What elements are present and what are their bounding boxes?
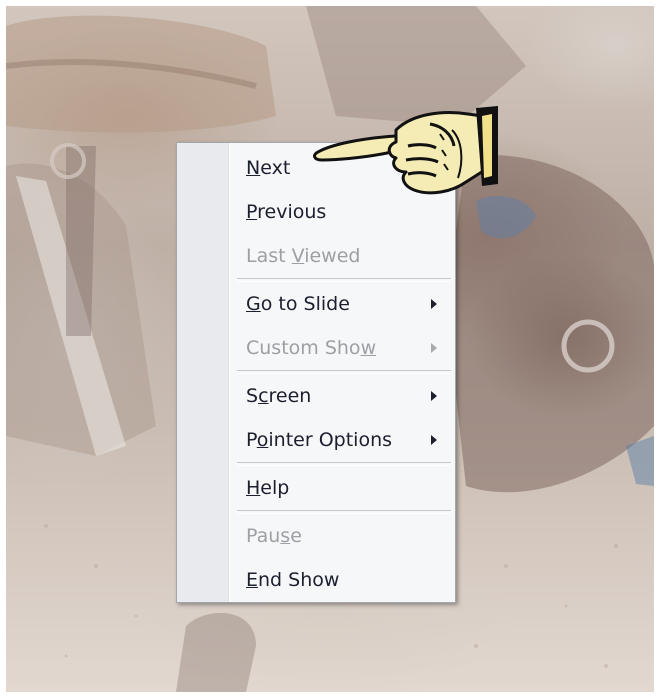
menu-separator: [237, 370, 451, 374]
menu-separator: [237, 510, 451, 514]
menu-item-label: Pause: [246, 525, 302, 547]
menu-item-label: Previous: [246, 201, 327, 223]
menu-item-help[interactable]: Help: [177, 468, 455, 508]
submenu-arrow-icon: [431, 391, 437, 401]
menu-item-screen[interactable]: Screen: [177, 376, 455, 416]
submenu-arrow-icon: [431, 343, 437, 353]
menu-item-pause[interactable]: Pause: [177, 516, 455, 556]
menu-item-pointer-options[interactable]: Pointer Options: [177, 420, 455, 460]
menu-item-end-show[interactable]: End Show: [177, 560, 455, 600]
slideshow-context-menu: Next Previous Last Viewed Go to Slide Custom…: [176, 142, 456, 603]
pointing-hand-icon: [313, 106, 498, 195]
submenu-arrow-icon: [431, 299, 437, 309]
menu-item-label: Next: [246, 157, 291, 179]
menu-separator: [237, 278, 451, 282]
submenu-arrow-icon: [431, 435, 437, 445]
menu-item-label: Help: [246, 477, 290, 499]
menu-item-custom-show[interactable]: Custom Show: [177, 328, 455, 368]
menu-separator: [237, 462, 451, 466]
menu-item-label: Custom Show: [246, 337, 377, 359]
menu-item-label: Last Viewed: [246, 245, 361, 267]
menu-item-label: Screen: [246, 385, 312, 407]
menu-item-label: Go to Slide: [246, 293, 350, 315]
menu-item-go-to-slide[interactable]: Go to Slide: [177, 284, 455, 324]
menu-item-last-viewed[interactable]: Last Viewed: [177, 236, 455, 276]
menu-item-label: End Show: [246, 569, 340, 591]
menu-item-label: Pointer Options: [246, 429, 393, 451]
